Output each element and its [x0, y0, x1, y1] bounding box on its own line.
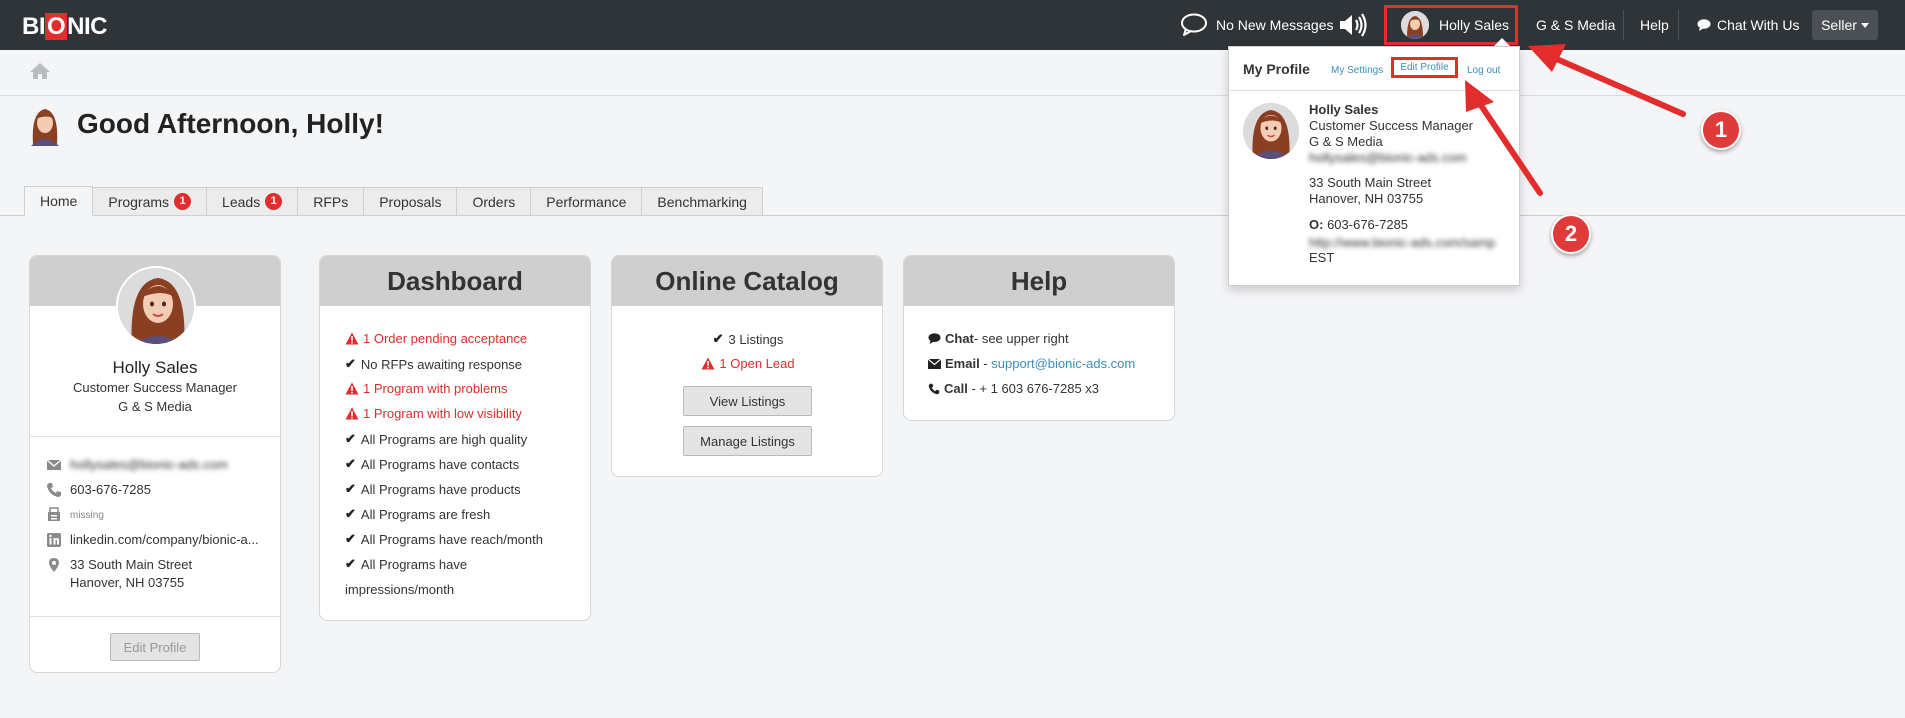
tab-home[interactable]: Home — [24, 186, 94, 216]
step-2-callout: 2 — [1551, 214, 1591, 254]
step-1-callout: 1 — [1701, 110, 1741, 150]
annotation-arrows — [1465, 44, 1686, 196]
arrow-to-edit-profile — [1469, 89, 1543, 196]
